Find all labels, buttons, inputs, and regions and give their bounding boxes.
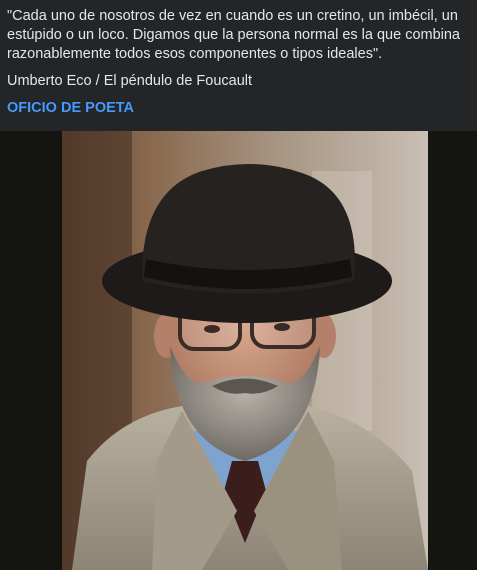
- page-link[interactable]: OFICIO DE POETA: [7, 99, 134, 118]
- portrait-photo: [62, 131, 428, 570]
- quote-text: "Cada uno de nosotros de vez en cuando e…: [7, 8, 460, 62]
- post-text: "Cada uno de nosotros de vez en cuando e…: [7, 7, 472, 118]
- attribution-text: Umberto Eco / El péndulo de Foucault: [7, 73, 253, 89]
- post-card: "Cada uno de nosotros de vez en cuando e…: [0, 0, 477, 570]
- post-photo[interactable]: [0, 131, 477, 570]
